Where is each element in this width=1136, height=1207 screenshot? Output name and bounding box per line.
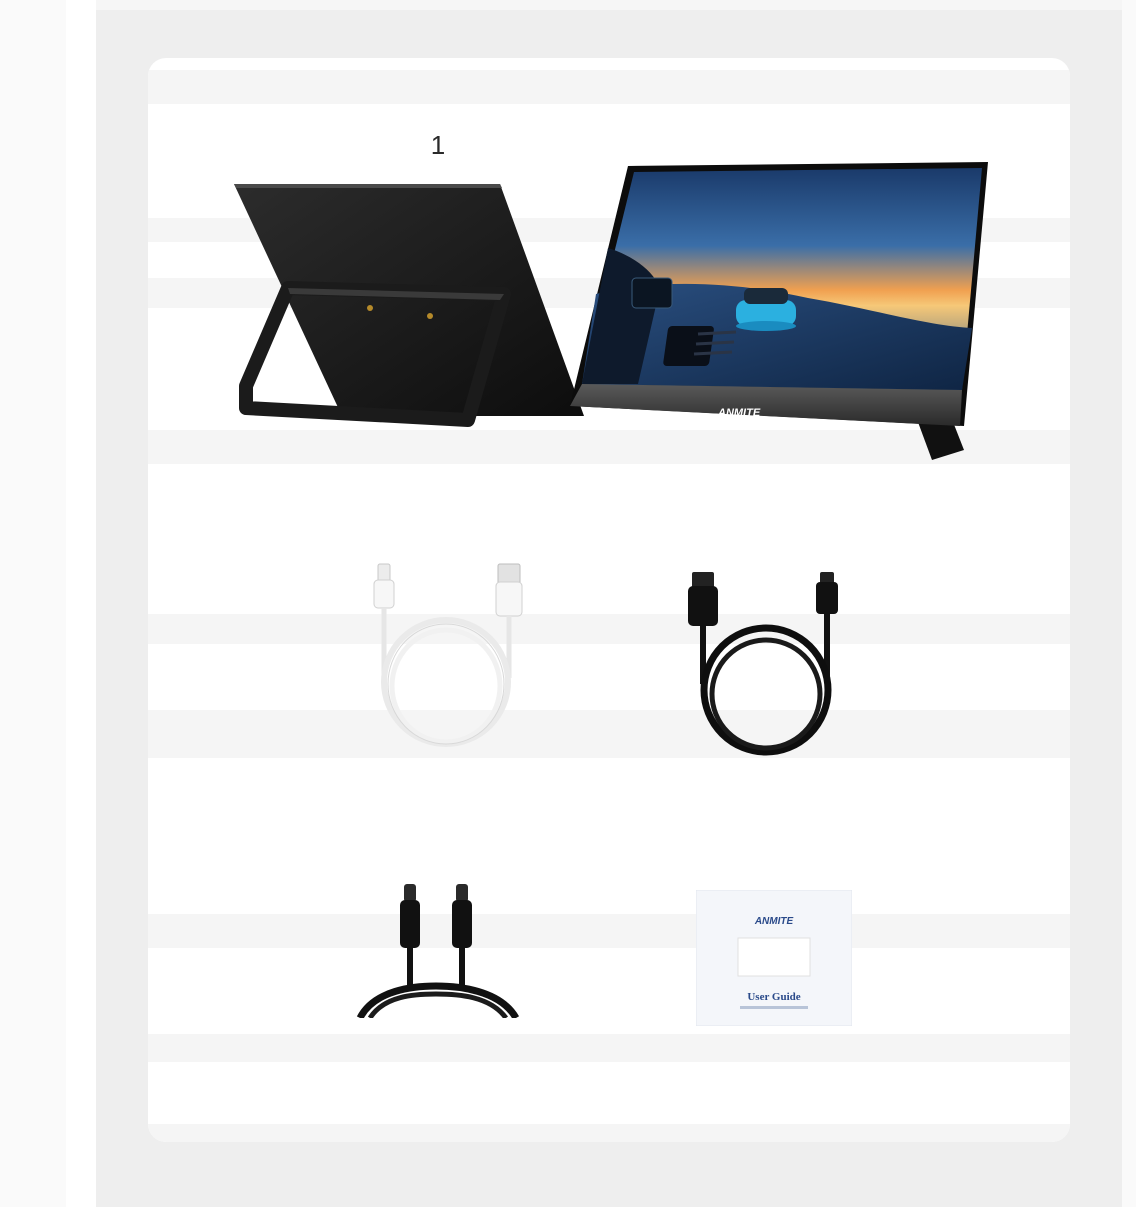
hinge-screw xyxy=(367,305,373,311)
gutter xyxy=(66,0,96,1207)
usb-c-to-usb-a-cable-image xyxy=(373,563,523,747)
background-band xyxy=(148,710,1070,758)
monitor-bottom-bezel xyxy=(570,384,962,426)
user-guide-illustration xyxy=(737,937,811,977)
background-band xyxy=(148,914,1070,948)
usb-c-connector xyxy=(377,563,391,583)
item-number-label: 1 xyxy=(430,130,446,160)
background-band xyxy=(148,70,1070,104)
user-guide-title: User Guide xyxy=(747,991,800,1003)
page-frame: 1 ANMITE ANMITE User Guide xyxy=(0,0,1136,1207)
left-margin xyxy=(0,0,66,1207)
background-band xyxy=(148,1034,1070,1062)
background-band xyxy=(148,614,1070,644)
monitor-back-image xyxy=(234,184,584,427)
cable-coil xyxy=(700,624,832,756)
cable-coil xyxy=(381,617,511,747)
background-band xyxy=(148,1124,1070,1142)
right-margin xyxy=(1122,0,1136,1207)
user-guide-image: ANMITE User Guide xyxy=(696,890,852,1026)
hinge-screw xyxy=(427,313,433,319)
usb-c-connector xyxy=(456,884,468,902)
monitor-brand-logo: ANMITE xyxy=(717,407,761,419)
user-guide-brand: ANMITE xyxy=(754,916,794,927)
usb-c-connector xyxy=(404,884,416,902)
usb-a-connector xyxy=(497,563,521,585)
usb-c-to-usb-c-cable-image xyxy=(356,884,520,1018)
hdmi-connector xyxy=(692,572,714,588)
package-contents-card: 1 ANMITE ANMITE User Guide xyxy=(148,58,1070,1142)
monitor-front-image: ANMITE xyxy=(570,162,988,460)
hdmi-cable-image xyxy=(688,572,838,756)
